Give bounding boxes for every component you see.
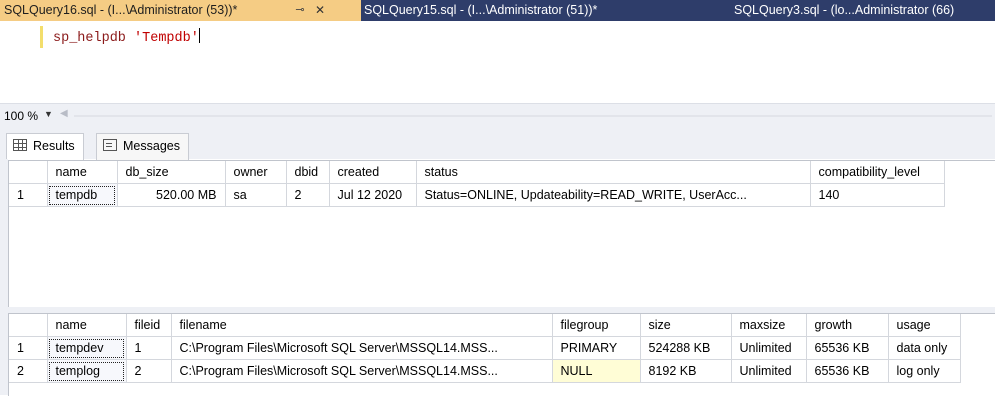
- table-cell[interactable]: 524288 KB: [640, 336, 732, 360]
- table-cell[interactable]: 65536 KB: [806, 359, 889, 383]
- database-info-table: name db_size owner dbid created status c…: [9, 161, 945, 207]
- column-header: [9, 161, 48, 184]
- table-cell[interactable]: Jul 12 2020: [329, 183, 417, 207]
- table-cell[interactable]: PRIMARY: [552, 336, 641, 360]
- results-tab-bar: Results Messages: [0, 127, 995, 160]
- column-header[interactable]: filename: [171, 314, 553, 337]
- table-cell[interactable]: C:\Program Files\Microsoft SQL Server\MS…: [171, 359, 553, 383]
- tab-messages[interactable]: Messages: [96, 133, 189, 160]
- tab-sqlquery3[interactable]: SQLQuery3.sql - (lo...Administrator (66): [730, 0, 995, 21]
- table-cell[interactable]: tempdb: [47, 183, 118, 207]
- column-header[interactable]: created: [329, 161, 417, 184]
- table-row[interactable]: 2 templog 2 C:\Program Files\Microsoft S…: [9, 359, 961, 383]
- table-cell[interactable]: 1: [126, 336, 172, 360]
- table-cell[interactable]: 8192 KB: [640, 359, 732, 383]
- zoom-bar: 100 % ▼ ◀: [0, 103, 995, 128]
- column-header[interactable]: db_size: [117, 161, 226, 184]
- column-header[interactable]: growth: [806, 314, 889, 337]
- table-cell[interactable]: templog: [47, 359, 127, 383]
- query-text[interactable]: sp_helpdb 'Tempdb': [53, 28, 200, 46]
- query-editor[interactable]: sp_helpdb 'Tempdb': [0, 21, 995, 103]
- table-cell[interactable]: 140: [810, 183, 945, 207]
- table-header-row: name fileid filename filegroup size maxs…: [9, 314, 961, 337]
- tab-results[interactable]: Results: [6, 133, 84, 160]
- column-header[interactable]: name: [47, 161, 118, 184]
- table-cell[interactable]: 2: [286, 183, 330, 207]
- table-cell[interactable]: 65536 KB: [806, 336, 889, 360]
- query-keyword: sp_helpdb: [53, 31, 126, 46]
- column-header[interactable]: size: [640, 314, 732, 337]
- row-number[interactable]: 1: [9, 183, 48, 207]
- column-header[interactable]: filegroup: [552, 314, 641, 337]
- column-header[interactable]: status: [416, 161, 811, 184]
- query-string: 'Tempdb': [134, 31, 199, 46]
- column-header[interactable]: dbid: [286, 161, 330, 184]
- tab-label: SQLQuery15.sql - (I...\Administrator (51…: [364, 3, 598, 17]
- results-grid-1: name db_size owner dbid created status c…: [8, 160, 995, 308]
- table-cell[interactable]: NULL: [552, 359, 641, 383]
- text-caret: [198, 28, 200, 43]
- grid-icon: [13, 139, 27, 151]
- pin-icon[interactable]: ⊸: [293, 0, 307, 21]
- table-cell[interactable]: 520.00 MB: [117, 183, 226, 207]
- change-marker: [40, 26, 43, 48]
- row-number[interactable]: 2: [9, 359, 48, 383]
- column-header[interactable]: fileid: [126, 314, 172, 337]
- column-header[interactable]: name: [47, 314, 127, 337]
- results-grid-2: name fileid filename filegroup size maxs…: [8, 313, 995, 396]
- table-row[interactable]: 1 tempdev 1 C:\Program Files\Microsoft S…: [9, 336, 961, 360]
- scroll-left-icon[interactable]: ◀: [60, 108, 68, 119]
- table-cell[interactable]: 2: [126, 359, 172, 383]
- table-header-row: name db_size owner dbid created status c…: [9, 161, 945, 184]
- close-icon[interactable]: ✕: [313, 0, 327, 21]
- tab-results-label: Results: [33, 139, 75, 153]
- database-files-table: name fileid filename filegroup size maxs…: [9, 314, 961, 383]
- tab-label: SQLQuery16.sql - (I...\Administrator (53…: [4, 3, 238, 17]
- table-cell[interactable]: log only: [888, 359, 961, 383]
- column-header: [9, 314, 48, 337]
- tab-sqlquery15[interactable]: SQLQuery15.sql - (I...\Administrator (51…: [360, 0, 709, 21]
- table-cell[interactable]: sa: [225, 183, 287, 207]
- tab-messages-label: Messages: [123, 139, 180, 153]
- document-tab-strip: SQLQuery16.sql - (I...\Administrator (53…: [0, 0, 995, 21]
- column-header[interactable]: owner: [225, 161, 287, 184]
- table-cell[interactable]: data only: [888, 336, 961, 360]
- messages-icon: [103, 139, 117, 151]
- horizontal-scrollbar[interactable]: [74, 115, 992, 117]
- column-header[interactable]: maxsize: [731, 314, 807, 337]
- table-row[interactable]: 1 tempdb 520.00 MB sa 2 Jul 12 2020 Stat…: [9, 183, 945, 207]
- table-cell[interactable]: Unlimited: [731, 336, 807, 360]
- column-header[interactable]: usage: [888, 314, 961, 337]
- table-cell[interactable]: tempdev: [47, 336, 127, 360]
- table-cell[interactable]: Status=ONLINE, Updateability=READ_WRITE,…: [416, 183, 811, 207]
- tab-label: SQLQuery3.sql - (lo...Administrator (66): [734, 3, 955, 17]
- table-cell[interactable]: C:\Program Files\Microsoft SQL Server\MS…: [171, 336, 553, 360]
- row-number[interactable]: 1: [9, 336, 48, 360]
- results-margin: [0, 159, 8, 395]
- zoom-level[interactable]: 100 %: [4, 109, 38, 123]
- table-cell[interactable]: Unlimited: [731, 359, 807, 383]
- tab-sqlquery16[interactable]: SQLQuery16.sql - (I...\Administrator (53…: [0, 0, 361, 21]
- column-header[interactable]: compatibility_level: [810, 161, 945, 184]
- chevron-down-icon[interactable]: ▼: [44, 109, 53, 119]
